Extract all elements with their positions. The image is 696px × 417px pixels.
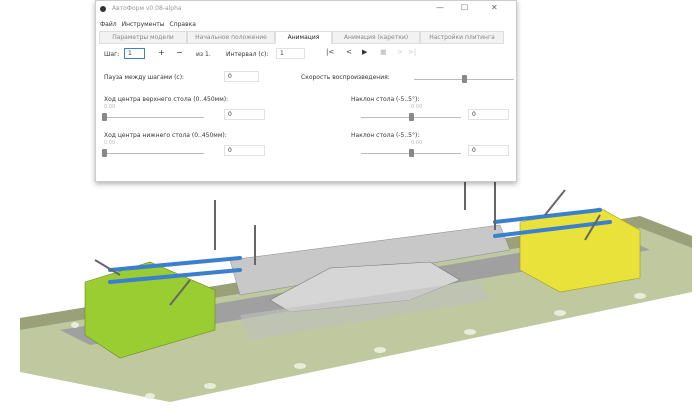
slider-thumb[interactable]: [409, 113, 414, 121]
tab-animation[interactable]: Анимация: [275, 31, 332, 44]
slider-thumb[interactable]: [102, 149, 107, 157]
slider-value-input[interactable]: 0: [468, 109, 509, 120]
stop-button[interactable]: ■: [380, 48, 387, 56]
slider-tick-label: 0.00: [104, 140, 116, 146]
prev-step-button[interactable]: <: [346, 48, 352, 56]
title-bar: АвтоФорм v0.08-alpha — ☐ ✕: [96, 1, 516, 16]
tab-plotting-settings[interactable]: Настройки плитинга: [420, 31, 504, 44]
slider-thumb[interactable]: [409, 149, 414, 157]
last-step-button[interactable]: >|: [408, 48, 416, 56]
slider-track[interactable]: [104, 117, 204, 118]
slider-value-input[interactable]: 0: [224, 109, 265, 120]
tab-animation-carriages[interactable]: Анимация (каретки): [332, 31, 420, 44]
pause-input[interactable]: 0: [224, 71, 259, 82]
pause-label: Пауза между шагами (с):: [104, 74, 185, 81]
first-step-button[interactable]: |<: [326, 48, 334, 56]
slider-track[interactable]: [104, 153, 204, 154]
slider-thumb[interactable]: [102, 113, 107, 121]
slider-tick-label: 0.00: [104, 104, 116, 110]
tab-bar: Параметры модели Начальное положение Ани…: [99, 31, 504, 44]
step-minus-button[interactable]: −: [176, 48, 183, 57]
interval-input[interactable]: 1: [276, 48, 305, 59]
slider-value-input[interactable]: 0: [224, 145, 265, 156]
slider-label: Наклон стола (-5..5°):: [351, 96, 420, 103]
step-input[interactable]: 1: [124, 48, 145, 59]
menu-help[interactable]: Справка: [170, 21, 196, 28]
tab-initial-position[interactable]: Начальное положение: [187, 31, 275, 44]
slider-value-input[interactable]: 0: [468, 145, 509, 156]
slider-label: Ход центра верхнего стола (0..450мм):: [104, 96, 229, 103]
minimize-button[interactable]: —: [436, 3, 444, 12]
menu-tools[interactable]: Инструменты: [122, 21, 165, 28]
speed-slider-thumb[interactable]: [462, 75, 467, 83]
play-button[interactable]: ▶: [362, 48, 367, 56]
speed-label: Скорость воспроизведения:: [301, 74, 390, 81]
close-button[interactable]: ✕: [491, 3, 498, 12]
window-title: АвтоФорм v0.08-alpha: [112, 5, 182, 12]
interval-label: Интервал (с):: [226, 51, 269, 58]
step-plus-button[interactable]: +: [158, 48, 165, 57]
slider-tick-label: 0.00: [411, 104, 423, 110]
app-icon: [100, 5, 106, 12]
maximize-button[interactable]: ☐: [461, 3, 468, 12]
slider-label: Наклон стола (-5..5°):: [351, 132, 420, 139]
tab-model-params[interactable]: Параметры модели: [99, 31, 187, 44]
step-label: Шаг:: [104, 51, 120, 58]
step-of-label: из 1.: [196, 51, 211, 58]
right-yellow-block: [519, 207, 641, 293]
slider-label: Ход центра нижнего стола (0..450мм):: [104, 132, 227, 139]
animation-dialog: АвтоФорм v0.08-alpha — ☐ ✕ Файл Инструме…: [95, 0, 517, 182]
menu-file[interactable]: Файл: [100, 21, 117, 28]
menu-bar: Файл Инструменты Справка: [96, 18, 516, 30]
next-step-button[interactable]: >: [397, 48, 403, 56]
slider-tick-label: 0.00: [411, 140, 423, 146]
